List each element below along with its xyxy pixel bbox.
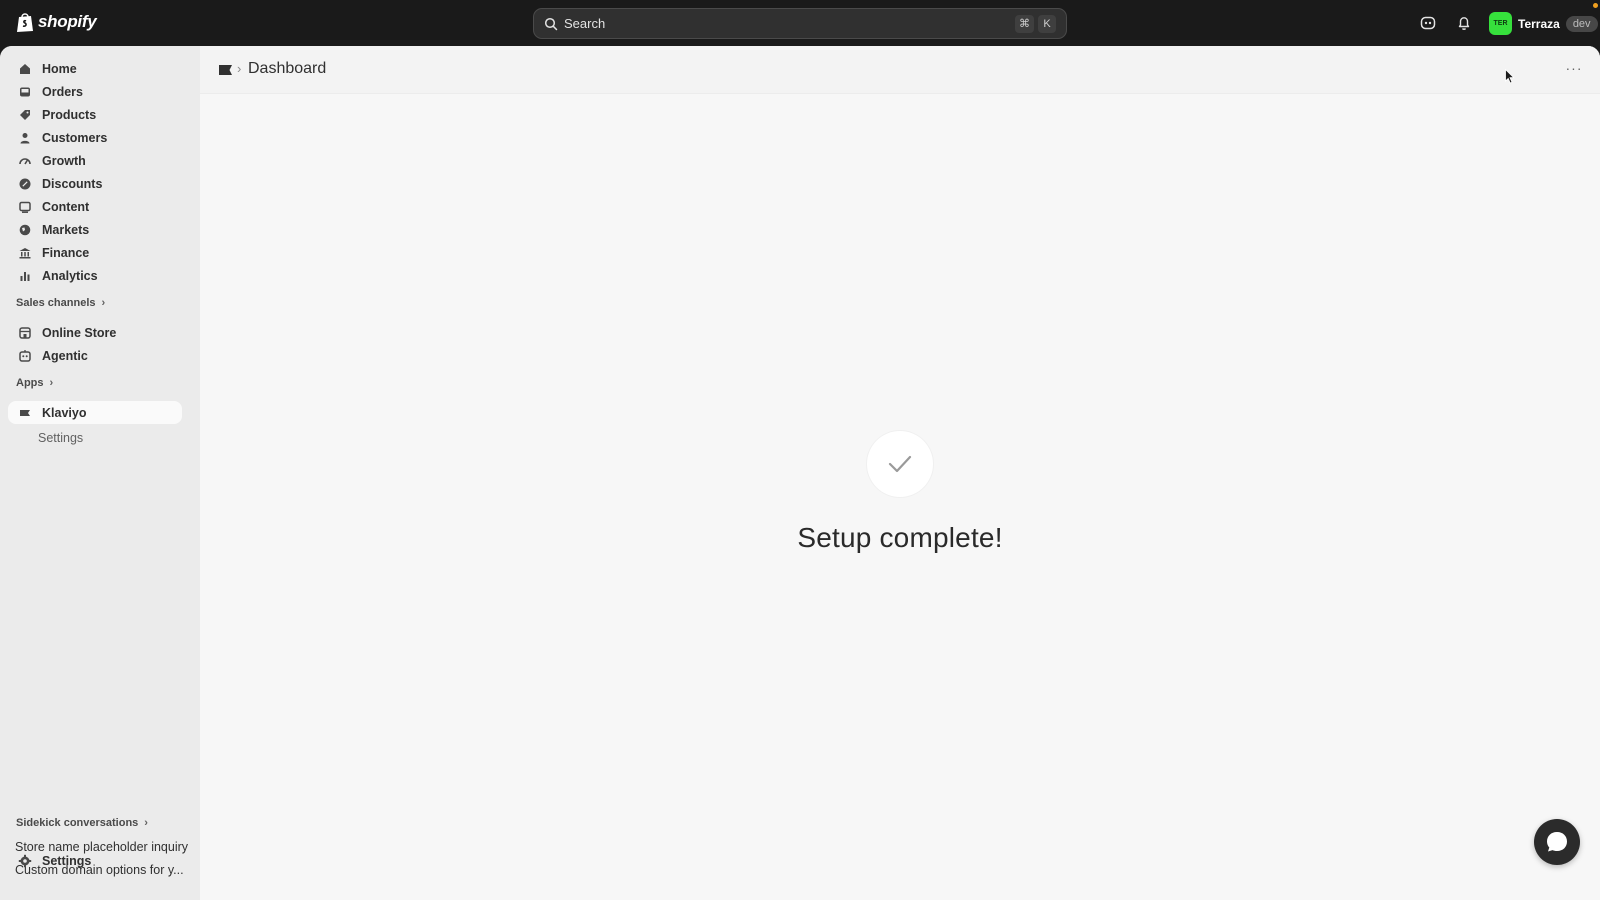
sidekick-conversations-header[interactable]: Sidekick conversations › [16,817,148,829]
sidebar-item-label: Home [42,61,77,76]
sidekick-icon[interactable] [1419,14,1437,32]
shortcut-k-key: K [1038,14,1056,33]
checkmark-icon [888,455,912,473]
shopify-logo[interactable]: shopify [16,11,97,33]
sales-channels-label: Sales channels [16,297,96,309]
more-actions-button[interactable]: ··· [1562,58,1586,78]
inbox-icon [18,85,32,99]
sidebar-item-label: Klaviyo [42,405,87,420]
breadcrumb-separator: › [237,61,242,76]
sidebar-item-orders[interactable]: Orders [8,80,182,103]
discount-icon [18,177,32,191]
sidebar-item-label: Content [42,199,90,214]
sidebar-item-label: Customers [42,130,108,145]
sidebar-item-discounts[interactable]: Discounts [8,172,182,195]
sidebar-item-finance[interactable]: Finance [8,241,182,264]
chevron-right-icon: › [49,377,54,389]
sidebar: Home Orders Products Customers Growth Di… [0,46,200,900]
sidebar-item-label: Growth [42,153,86,168]
sidebar-item-settings[interactable]: Settings [8,849,182,872]
globe-icon [18,223,32,237]
content-icon [18,200,32,214]
klaviyo-flag-icon [18,406,32,420]
apps-label: Apps [16,377,44,389]
home-icon [18,62,32,76]
sidebar-item-markets[interactable]: Markets [8,218,182,241]
page-title: Dashboard [248,60,327,77]
search-bar[interactable]: Search ⌘ K [533,8,1067,39]
top-bar: shopify Search ⌘ K TER Terraza dev [0,0,1600,46]
page-header: › Dashboard ··· [200,46,1600,94]
bell-icon[interactable] [1455,14,1473,32]
success-badge [867,431,933,497]
setup-complete-message: Setup complete! [797,522,1003,553]
sidebar-item-label: Discounts [42,176,103,191]
tag-icon [18,108,32,122]
sidebar-item-klaviyo[interactable]: Klaviyo [8,401,182,424]
chat-button[interactable] [1534,819,1580,865]
gauge-icon [18,154,32,168]
main-content: › Dashboard ··· Setup complete! [200,46,1600,900]
sidebar-subitem-settings[interactable]: Settings [38,431,83,445]
bar-chart-icon [18,269,32,283]
sales-channels-header[interactable]: Sales channels › [16,297,105,309]
app-shell: Home Orders Products Customers Growth Di… [0,46,1600,900]
person-icon [18,131,32,145]
sidebar-item-customers[interactable]: Customers [8,126,182,149]
notification-dot [1593,3,1598,8]
apps-header[interactable]: Apps › [16,377,53,389]
sidebar-item-online-store[interactable]: Online Store [8,321,182,344]
bank-icon [18,246,32,260]
dev-badge: dev [1565,15,1598,32]
sidebar-item-analytics[interactable]: Analytics [8,264,182,287]
store-name: Terraza [1518,16,1560,31]
sidebar-item-growth[interactable]: Growth [8,149,182,172]
sidebar-item-home[interactable]: Home [8,57,182,80]
sidebar-item-label: Settings [42,853,92,868]
chat-bubble-icon [1547,832,1567,852]
sidebar-item-agentic[interactable]: Agentic [8,344,182,367]
search-placeholder: Search [564,16,606,31]
logo-text: shopify [38,12,97,31]
chevron-right-icon: › [144,817,148,829]
sidebar-item-products[interactable]: Products [8,103,182,126]
gear-icon [18,854,32,868]
mouse-cursor-icon [1505,69,1515,84]
klaviyo-flag-icon[interactable] [219,65,232,75]
sidebar-item-label: Online Store [42,325,117,340]
chevron-right-icon: › [101,297,106,309]
sidekick-conversations-label: Sidekick conversations [16,817,139,829]
sidebar-item-label: Orders [42,84,83,99]
store-switcher[interactable]: TER Terraza dev [1489,12,1598,35]
sidebar-item-label: Markets [42,222,90,237]
sidebar-item-label: Products [42,107,97,122]
sidebar-item-label: Analytics [42,268,98,283]
store-avatar: TER [1489,12,1512,35]
sidebar-item-label: Agentic [42,348,88,363]
sidebar-item-label: Finance [42,245,90,260]
sidebar-item-content[interactable]: Content [8,195,182,218]
shortcut-command-key: ⌘ [1015,14,1034,33]
shopify-bag-icon [17,13,33,32]
search-icon [544,17,558,30]
store-icon [18,326,32,340]
robot-icon [18,349,32,363]
